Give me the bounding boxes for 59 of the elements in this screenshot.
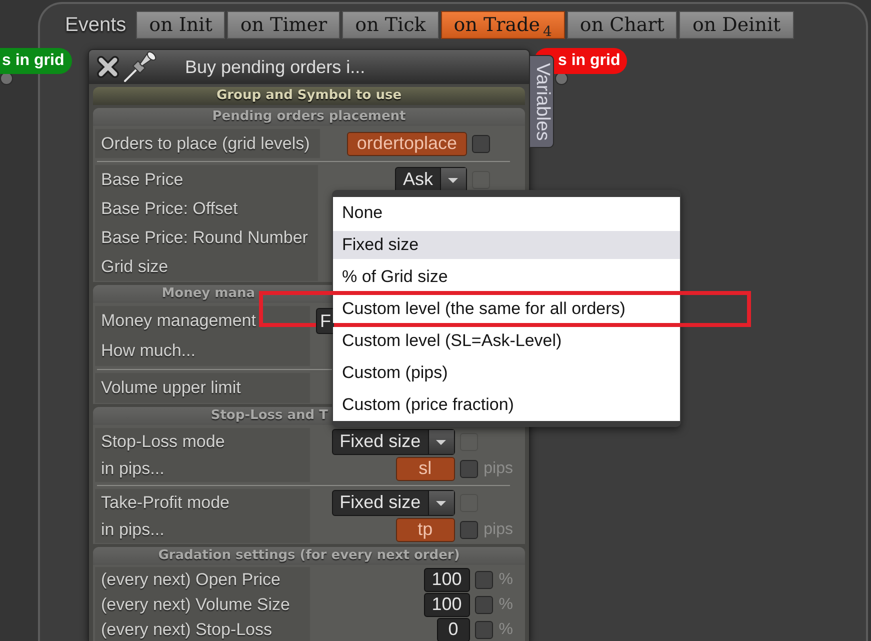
select-field[interactable]: Fixed size: [332, 428, 455, 454]
unit-label: %: [498, 594, 513, 614]
dropdown-option[interactable]: None: [333, 199, 680, 227]
dropdown-option[interactable]: Custom (price fraction): [333, 391, 680, 419]
checkbox[interactable]: [460, 460, 478, 478]
unit-label: %: [498, 570, 513, 590]
select-field[interactable]: Fixed size: [332, 490, 455, 516]
number-input[interactable]: 0: [436, 618, 470, 641]
text-input[interactable]: tp: [396, 518, 455, 542]
event-tab[interactable]: on Init: [136, 11, 226, 39]
panel-title: Buy pending orders i...: [185, 56, 366, 79]
caret-icon[interactable]: [428, 430, 454, 454]
unit-label: %: [498, 620, 513, 640]
field-label: Volume upper limit: [95, 373, 310, 403]
field-label: Take-Profit mode: [95, 489, 310, 516]
field-label: Base Price: [95, 165, 318, 194]
pin-icon[interactable]: [123, 51, 159, 83]
events-label: Events: [65, 13, 126, 38]
section-header[interactable]: Pending orders placement: [93, 108, 525, 126]
variables-tab[interactable]: Variables: [529, 55, 554, 148]
field-label: (every next) Open Price: [95, 567, 310, 592]
event-tab[interactable]: on Tick: [342, 11, 439, 39]
caret-icon[interactable]: [428, 490, 454, 514]
field-label: Stop-Loss mode: [95, 428, 310, 455]
event-tab[interactable]: on Timer: [227, 11, 340, 39]
field-label: Money management: [95, 306, 310, 336]
field-label: How much...: [95, 336, 310, 366]
field-label: Orders to place (grid levels): [95, 129, 320, 158]
checkbox[interactable]: [472, 134, 490, 152]
trade-count: 4: [542, 25, 552, 39]
field-label: Base Price: Offset: [95, 194, 318, 223]
text-input[interactable]: sl: [396, 456, 455, 480]
select-field[interactable]: F: [316, 308, 334, 334]
field-label: (every next) Volume Size: [95, 592, 310, 617]
section-header[interactable]: Gradation settings (for every next order): [93, 547, 525, 565]
field-label: Base Price: Round Number: [95, 223, 318, 252]
select-field[interactable]: Ask: [394, 166, 467, 192]
dropdown-option[interactable]: Custom (pips): [333, 359, 680, 387]
field-label: in pips...: [95, 516, 310, 543]
number-input[interactable]: 100: [424, 592, 470, 616]
checkbox[interactable]: [474, 620, 493, 638]
grid-node[interactable]: s in grid: [0, 48, 72, 74]
checkbox[interactable]: [474, 570, 493, 588]
close-icon[interactable]: [97, 56, 119, 78]
text-input[interactable]: ordertoplace: [346, 132, 467, 156]
event-tab[interactable]: on Deinit: [679, 11, 794, 39]
event-tab[interactable]: on Chart: [566, 11, 678, 39]
dropdown-option[interactable]: Fixed size: [333, 231, 680, 259]
field-label: in pips...: [95, 455, 310, 482]
dropdown-option[interactable]: Custom level (the same for all orders): [333, 295, 680, 323]
checkbox[interactable]: [474, 596, 493, 614]
dropdown-option[interactable]: Custom level (SL=Ask-Level): [333, 327, 680, 355]
number-input[interactable]: 100: [424, 568, 470, 592]
caret-icon[interactable]: [440, 168, 466, 192]
field-label: Grid size: [95, 252, 318, 281]
group-header[interactable]: Group and Symbol to use: [93, 87, 525, 105]
field-label: (every next) Stop-Loss: [95, 617, 310, 641]
dropdown-option[interactable]: % of Grid size: [333, 263, 680, 291]
checkbox[interactable]: [460, 520, 478, 538]
